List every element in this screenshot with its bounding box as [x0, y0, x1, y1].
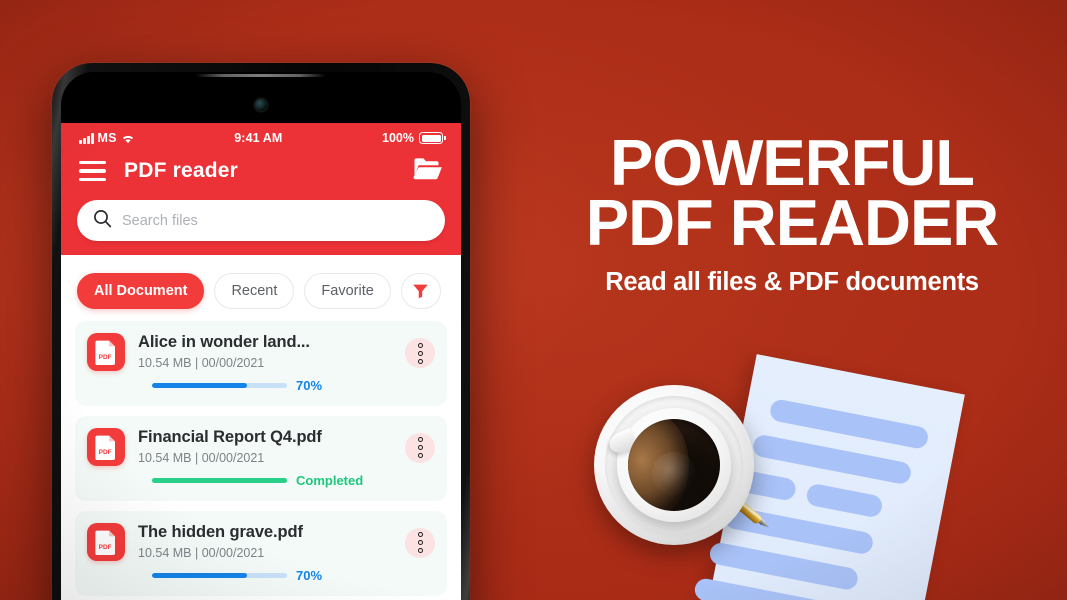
earpiece-speaker [196, 74, 326, 77]
file-subtitle: 10.54 MB | 00/00/2021 [138, 450, 265, 465]
search-icon [93, 209, 112, 233]
filter-funnel-icon[interactable] [400, 273, 441, 309]
svg-text:PDF: PDF [99, 544, 112, 551]
promo-illustration [516, 350, 1067, 600]
progress-row: 70% [138, 378, 392, 393]
progress-label: 70% [296, 567, 323, 583]
more-vertical-icon[interactable] [405, 338, 435, 368]
filter-tabs: All Document Recent Favorite [61, 255, 461, 321]
file-meta: Financial Report Q4.pdf 10.54 MB | 00/00… [138, 428, 392, 488]
promo-headline-block: POWERFUL PDF READER Read all files & PDF… [542, 126, 1042, 297]
carrier-label: MS [97, 130, 117, 145]
hamburger-menu-icon[interactable] [79, 161, 106, 181]
progress-label: 70% [296, 377, 323, 393]
promo-subheadline: Read all files & PDF documents [605, 267, 979, 296]
search-row: Search files [61, 190, 461, 241]
mug [606, 408, 731, 522]
open-folder-icon[interactable] [413, 156, 443, 186]
page-title: PDF reader [124, 159, 239, 182]
status-bar-time: 9:41 AM [234, 131, 283, 145]
file-name: Financial Report Q4.pdf [138, 427, 322, 446]
progress-bar [152, 573, 287, 578]
status-bar: MS 9:41 AM 100% [61, 123, 461, 147]
headline-line-1: POWERFUL [610, 126, 975, 199]
status-bar-right: 100% [382, 131, 446, 145]
tab-favorite[interactable]: Favorite [304, 273, 391, 309]
search-placeholder: Search files [122, 212, 198, 229]
status-bar-left: MS [79, 132, 135, 145]
front-camera-icon [255, 99, 267, 111]
file-name: Alice in wonder land... [138, 333, 310, 351]
pdf-file-icon: PDF [87, 522, 125, 561]
surface-highlight [651, 452, 697, 497]
wifi-icon [121, 133, 135, 144]
headline-line-2: PDF READER [585, 186, 1000, 260]
file-meta: Alice in wonder land... 10.54 MB | 00/00… [138, 333, 392, 393]
tab-recent[interactable]: Recent [214, 273, 295, 309]
promo-panel: POWERFUL PDF READER Read all files & PDF… [516, 0, 1067, 600]
app-bar-row: PDF reader [61, 147, 461, 190]
file-name: The hidden grave.pdf [138, 522, 303, 541]
app-screen: MS 9:41 AM 100% PDF reader Search files … [61, 123, 461, 600]
more-vertical-icon[interactable] [405, 527, 435, 558]
progress-row: 70% [138, 568, 392, 583]
progress-label: Completed [296, 472, 364, 488]
more-vertical-icon[interactable] [405, 432, 435, 463]
coffee-cup-icon [594, 385, 754, 545]
coffee-liquid [628, 419, 720, 511]
search-input[interactable]: Search files [77, 200, 445, 241]
progress-bar [152, 478, 287, 483]
phone-screen-bezel: MS 9:41 AM 100% PDF reader Search files … [61, 72, 461, 600]
svg-text:PDF: PDF [99, 449, 112, 456]
table-row[interactable]: PDF Financial Report Q4.pdf 10.54 MB | 0… [75, 415, 447, 501]
tab-all-document[interactable]: All Document [77, 273, 205, 309]
battery-percent-label: 100% [382, 131, 414, 145]
phone-mockup: MS 9:41 AM 100% PDF reader Search files … [52, 63, 470, 600]
table-row[interactable]: PDF Alice in wonder land... 10.54 MB | 0… [75, 321, 447, 406]
file-list: PDF Alice in wonder land... 10.54 MB | 0… [61, 321, 461, 600]
progress-bar [152, 383, 287, 388]
app-header: MS 9:41 AM 100% PDF reader Search files [61, 123, 461, 255]
file-subtitle: 10.54 MB | 00/00/2021 [138, 355, 265, 370]
progress-row: Completed [138, 473, 392, 488]
pdf-file-icon: PDF [87, 333, 125, 371]
signal-bars-icon [79, 133, 94, 145]
pdf-file-icon: PDF [87, 427, 125, 466]
file-subtitle: 10.54 MB | 00/00/2021 [138, 545, 265, 560]
svg-text:PDF: PDF [99, 354, 112, 361]
battery-full-icon [419, 132, 446, 144]
table-row[interactable]: PDF The hidden grave.pdf 10.54 MB | 00/0… [75, 510, 447, 596]
file-meta: The hidden grave.pdf 10.54 MB | 00/00/20… [138, 523, 392, 583]
